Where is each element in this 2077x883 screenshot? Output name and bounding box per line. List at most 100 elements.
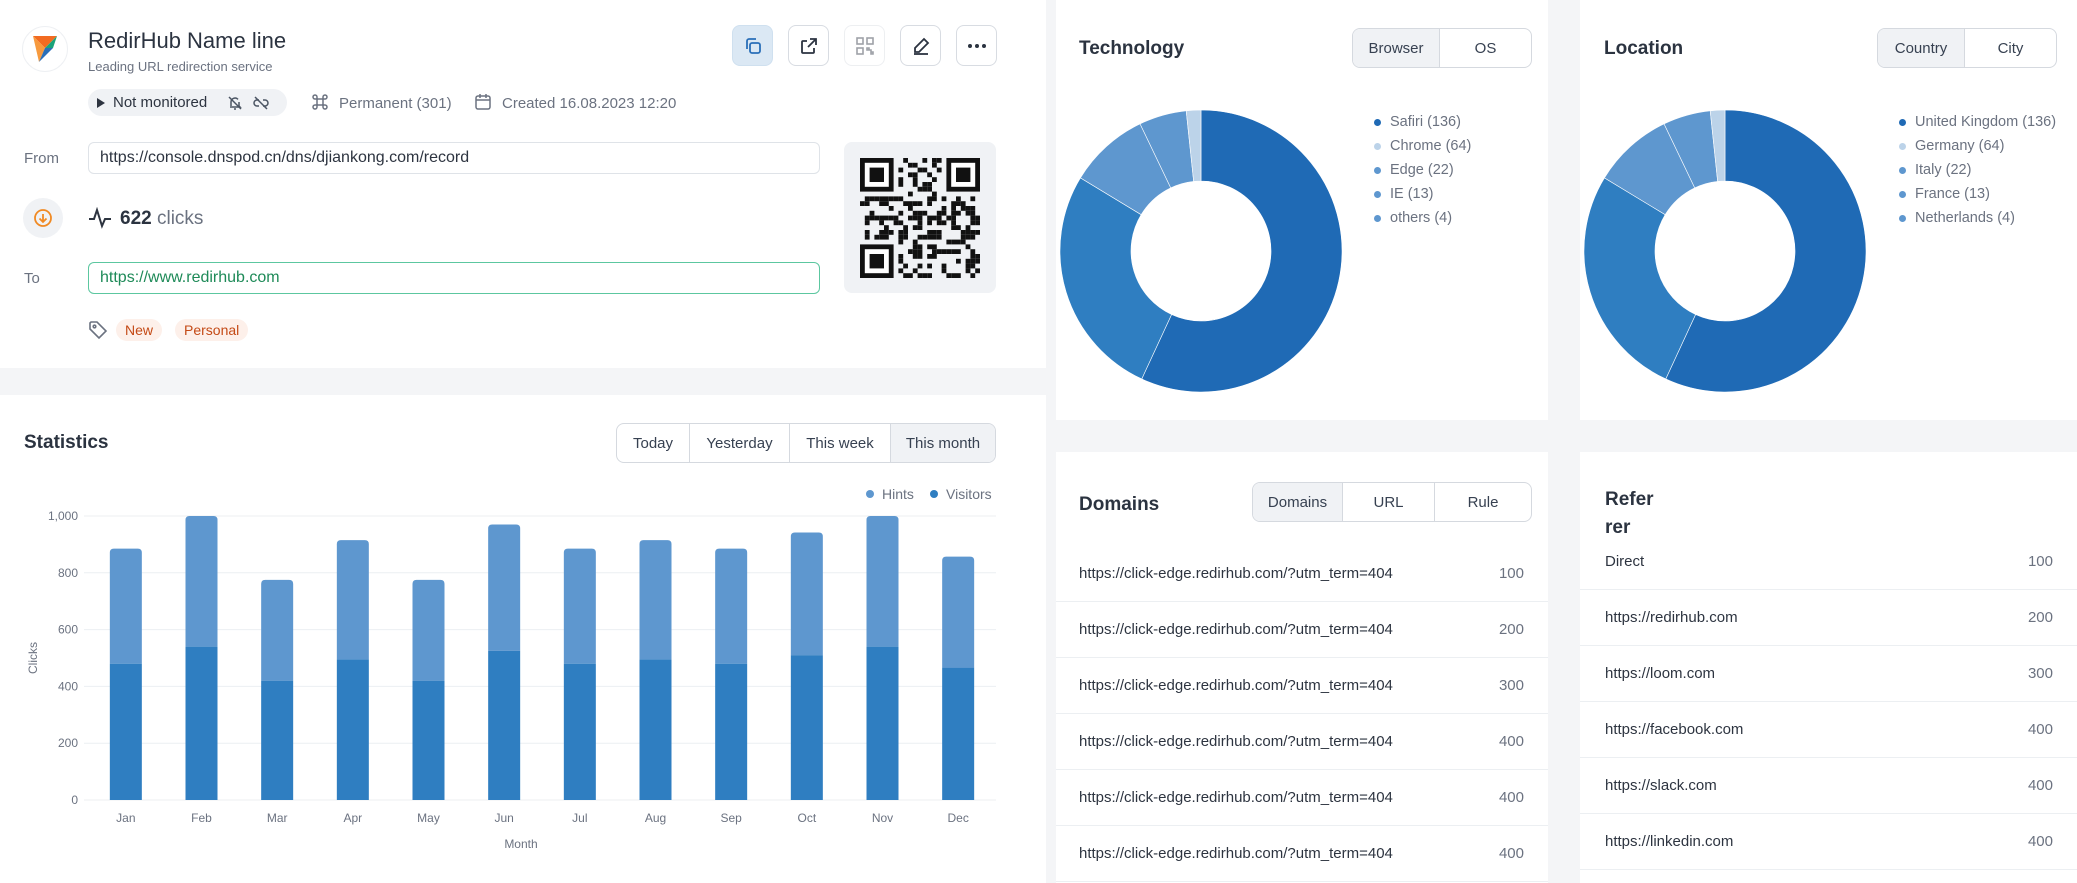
referrer-row-label: Direct xyxy=(1605,553,1645,570)
from-url-field[interactable]: https://console.dnspod.cn/dns/djiankong.… xyxy=(88,142,820,174)
external-link-icon xyxy=(800,37,817,54)
legend-item[interactable]: Germany (64) xyxy=(1899,134,2056,158)
bar-hints-jan[interactable] xyxy=(109,548,142,664)
bar-hints-nov[interactable] xyxy=(866,516,899,647)
bar-hints-jul[interactable] xyxy=(563,548,596,664)
more-options-button[interactable] xyxy=(956,25,997,66)
legend-item[interactable]: United Kingdom (136) xyxy=(1899,110,2056,134)
bar-hints-mar[interactable] xyxy=(261,579,294,681)
copy-button[interactable] xyxy=(732,25,773,66)
referrer-row[interactable]: Direct 100 xyxy=(1580,534,2077,590)
legend-item[interactable]: Edge (22) xyxy=(1374,158,1471,182)
tab-city[interactable]: City xyxy=(1964,29,2056,67)
qr-code-card[interactable] xyxy=(844,142,996,293)
x-tick-label: Aug xyxy=(645,811,666,825)
referrer-row-label: https://facebook.com xyxy=(1605,721,1744,738)
tab-country[interactable]: Country xyxy=(1878,29,1964,67)
monitor-status-pill[interactable]: Not monitored xyxy=(88,89,287,116)
range-today[interactable]: Today xyxy=(617,424,689,462)
bar-visitors-dec[interactable] xyxy=(942,667,975,800)
x-tick-label: Feb xyxy=(191,811,212,825)
domain-row-value: 300 xyxy=(1498,677,1524,694)
bar-visitors-jan[interactable] xyxy=(109,663,142,800)
tag-new[interactable]: New xyxy=(116,319,163,341)
legend-item[interactable]: Safiri (136) xyxy=(1374,110,1471,134)
to-url-field[interactable]: https://www.redirhub.com xyxy=(88,262,820,294)
bar-hints-may[interactable] xyxy=(412,579,445,681)
x-tick-label: Apr xyxy=(343,811,362,825)
domain-row[interactable]: https://click-edge.redirhub.com/?utm_ter… xyxy=(1056,602,1548,658)
clicks-indicator xyxy=(23,198,63,238)
bar-visitors-mar[interactable] xyxy=(261,680,294,800)
open-link-button[interactable] xyxy=(788,25,829,66)
range-yesterday[interactable]: Yesterday xyxy=(689,424,789,462)
bar-visitors-jun[interactable] xyxy=(488,650,521,800)
bar-visitors-jul[interactable] xyxy=(563,663,596,800)
clicks-bar-chart: 0 200 400 600 800 1,000 Clicks Jan Feb Mar Apr May J… xyxy=(26,486,996,851)
domain-row[interactable]: https://click-edge.redirhub.com/?utm_ter… xyxy=(1056,826,1548,882)
technology-donut-chart xyxy=(1059,109,1343,393)
donut-slice-chrome[interactable] xyxy=(1059,177,1172,380)
range-this-week[interactable]: This week xyxy=(789,424,890,462)
tab-rule[interactable]: Rule xyxy=(1434,483,1531,521)
bar-visitors-oct[interactable] xyxy=(790,655,823,800)
bar-visitors-nov[interactable] xyxy=(866,646,899,800)
bar-hints-oct[interactable] xyxy=(790,532,823,656)
bar-hints-sep[interactable] xyxy=(715,548,748,664)
bar-hints-aug[interactable] xyxy=(639,540,672,660)
legend-label: Italy (22) xyxy=(1915,162,1972,178)
bar-hints-apr[interactable] xyxy=(336,540,369,660)
created-date: Created 16.08.2023 12:20 xyxy=(502,95,677,112)
bar-visitors-aug[interactable] xyxy=(639,659,672,800)
legend-item[interactable]: Italy (22) xyxy=(1899,158,2056,182)
referrer-row-label: https://loom.com xyxy=(1605,665,1716,682)
legend-item[interactable]: Netherlands (4) xyxy=(1899,206,2056,230)
bar-visitors-feb[interactable] xyxy=(185,646,218,800)
edit-button[interactable] xyxy=(900,25,941,66)
range-this-month[interactable]: This month xyxy=(890,424,995,462)
bar-visitors-apr[interactable] xyxy=(336,659,369,800)
referrer-row-value: 400 xyxy=(2027,777,2053,794)
pencil-icon xyxy=(913,37,929,55)
bar-visitors-sep[interactable] xyxy=(715,663,748,800)
domain-row[interactable]: https://click-edge.redirhub.com/?utm_ter… xyxy=(1056,770,1548,826)
referrer-row[interactable]: https://linkedin.com 400 xyxy=(1580,814,2077,870)
legend-item[interactable]: others (4) xyxy=(1374,206,1471,230)
bar-hints-dec[interactable] xyxy=(942,556,975,668)
copy-icon xyxy=(745,37,761,54)
domain-row[interactable]: https://click-edge.redirhub.com/?utm_ter… xyxy=(1056,546,1548,602)
clicks-label: clicks xyxy=(156,208,204,229)
referrer-row[interactable]: https://loom.com 300 xyxy=(1580,646,2077,702)
legend-dot xyxy=(1899,142,1906,150)
referrer-row[interactable]: https://facebook.com 400 xyxy=(1580,702,2077,758)
legend-dot xyxy=(1374,118,1381,126)
referrer-row[interactable]: https://slack.com 400 xyxy=(1580,758,2077,814)
legend-item[interactable]: Chrome (64) xyxy=(1374,134,1471,158)
tab-domains[interactable]: Domains xyxy=(1253,483,1342,521)
location-tabs: Country City xyxy=(1877,28,2057,68)
legend-label: Safiri (136) xyxy=(1390,114,1461,130)
tab-browser[interactable]: Browser xyxy=(1353,29,1439,67)
legend-label: United Kingdom (136) xyxy=(1915,114,2057,130)
legend-dot xyxy=(1899,166,1906,174)
bar-hints-jun[interactable] xyxy=(488,524,521,651)
qr-code-button[interactable] xyxy=(844,25,885,66)
referrer-row[interactable]: https://redirhub.com 200 xyxy=(1580,590,2077,646)
domain-row[interactable]: https://click-edge.redirhub.com/?utm_ter… xyxy=(1056,714,1548,770)
link-details-panel: RedirHub Name line Leading URL redirecti… xyxy=(0,0,1046,368)
domain-row[interactable]: https://click-edge.redirhub.com/?utm_ter… xyxy=(1056,658,1548,714)
tab-os[interactable]: OS xyxy=(1439,29,1531,67)
legend-item[interactable]: France (13) xyxy=(1899,182,2056,206)
bar-hints-feb[interactable] xyxy=(185,516,218,647)
redirect-type: Permanent (301) xyxy=(339,95,452,112)
domain-row-label: https://click-edge.redirhub.com/?utm_ter… xyxy=(1079,677,1393,694)
legend-label: others (4) xyxy=(1390,210,1453,226)
donut-slice-germany[interactable] xyxy=(1583,177,1696,380)
legend-item[interactable]: IE (13) xyxy=(1374,182,1471,206)
chart-legend-label[interactable]: Hints xyxy=(882,486,914,502)
tag-personal[interactable]: Personal xyxy=(175,319,249,341)
legend-dot xyxy=(1899,214,1906,222)
bar-visitors-may[interactable] xyxy=(412,680,445,800)
tab-url[interactable]: URL xyxy=(1342,483,1434,521)
chart-legend-label[interactable]: Visitors xyxy=(946,486,992,502)
